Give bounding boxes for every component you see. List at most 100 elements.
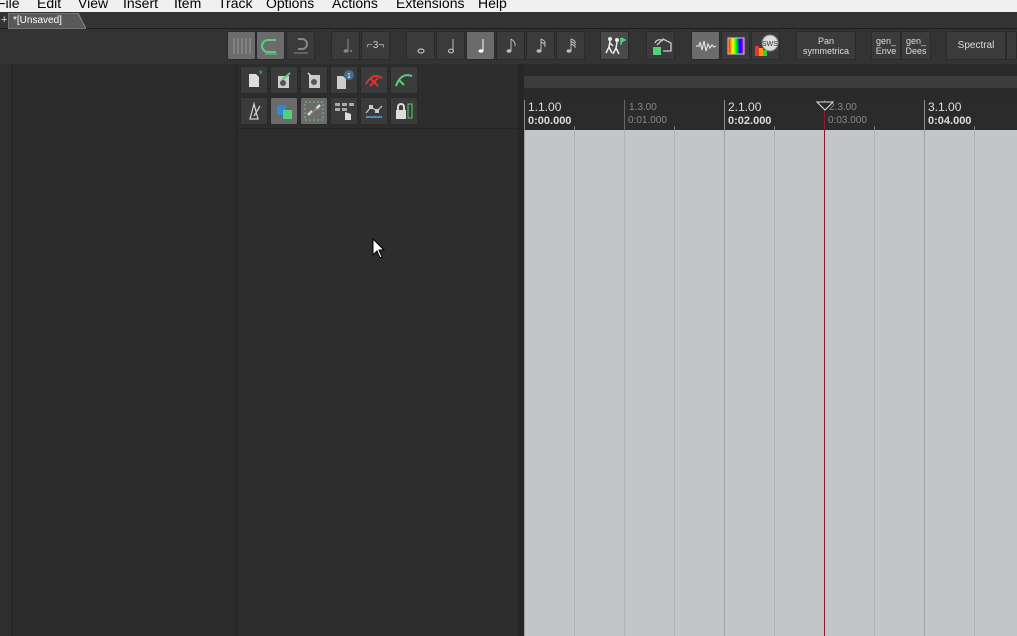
ruler-marker — [724, 100, 725, 130]
menu-track[interactable]: Track — [218, 0, 252, 11]
lock-icon — [393, 101, 415, 121]
ruler-bar-label: 3.1.00 — [928, 100, 962, 114]
envelope-points-button[interactable] — [360, 97, 388, 125]
menu-help[interactable]: Help — [478, 0, 507, 11]
half-note-button[interactable] — [436, 31, 465, 60]
svg-text:*: * — [259, 70, 263, 79]
ruler-bar-label: 1.3.00 — [629, 102, 657, 113]
new-file-icon: * — [244, 70, 264, 90]
grid-line — [624, 130, 625, 636]
grid-line — [974, 130, 975, 636]
triplet-button[interactable]: ⌐3¬ — [361, 31, 390, 60]
gen-dees-label: gen_ Dees — [905, 35, 927, 56]
edit-cursor-marker-icon[interactable] — [816, 101, 834, 111]
thirtysecond-note-button[interactable] — [556, 31, 585, 60]
grid-toggle-button[interactable] — [227, 31, 256, 60]
project-tab-bar: + *[Unsaved] — [0, 12, 1017, 29]
dotted-note-button[interactable] — [331, 31, 360, 60]
timeline-ruler[interactable]: 1.1.00 0:00.000 1.3.00 0:01.000 2.1.00 0… — [524, 100, 1017, 130]
toolbar-overflow-button[interactable] — [1006, 31, 1017, 60]
project-settings-icon: 1 — [333, 69, 355, 91]
eighth-note-icon — [501, 36, 521, 56]
grid-line — [524, 130, 525, 636]
metronome-icon — [244, 101, 264, 121]
menu-item[interactable]: Item — [174, 0, 201, 11]
item-grouping-button[interactable] — [300, 97, 328, 125]
lock-button[interactable] — [390, 97, 418, 125]
ruler-marker — [624, 100, 625, 130]
gen-envelope-button[interactable]: gen_ Enve — [871, 31, 901, 60]
menu-insert[interactable]: Insert — [123, 0, 158, 11]
grid-line — [724, 130, 725, 636]
ripple-edit-button[interactable] — [286, 31, 315, 60]
menu-view[interactable]: View — [78, 0, 108, 11]
grid-line — [874, 130, 875, 636]
pan-symmetrical-button[interactable]: Pan symmetrica — [796, 31, 856, 60]
gen-envelope-label: gen_ Enve — [875, 35, 897, 56]
menu-bar: File Edit View Insert Item Track Options… — [0, 0, 1017, 12]
ruler-time-label: 0:03.000 — [828, 115, 867, 126]
walking-figures-icon — [603, 35, 627, 57]
menu-actions[interactable]: Actions — [332, 0, 378, 11]
new-project-button[interactable]: * — [240, 66, 268, 94]
add-envelope-button[interactable] — [390, 66, 418, 94]
ruler-time-label: 0:01.000 — [628, 115, 667, 126]
grid-line — [774, 130, 775, 636]
menu-options[interactable]: Options — [266, 0, 314, 11]
sws-button[interactable]: SWS — [751, 31, 780, 60]
crossfade-icon — [274, 101, 294, 121]
menu-edit[interactable]: Edit — [37, 0, 61, 11]
grid-line — [924, 130, 925, 636]
sixteenth-note-button[interactable] — [526, 31, 555, 60]
metronome-button[interactable] — [240, 97, 268, 125]
undo-history-icon — [649, 35, 673, 57]
save-project-button[interactable] — [300, 66, 328, 94]
whole-note-icon — [411, 36, 431, 56]
waveform-icon — [694, 36, 718, 56]
triplet-label: ⌐3¬ — [366, 40, 385, 51]
grid-select-button[interactable] — [330, 97, 358, 125]
quarter-note-icon — [471, 36, 491, 56]
project-settings-button[interactable]: 1 — [330, 66, 358, 94]
auto-crossfade-button[interactable] — [270, 97, 298, 125]
color-palette-button[interactable] — [721, 31, 750, 60]
edit-cursor-line[interactable] — [824, 102, 825, 636]
waveform-button[interactable] — [691, 31, 720, 60]
grid-hand-icon — [333, 100, 355, 122]
ripple-icon — [290, 36, 312, 56]
spectral-button[interactable]: Spectral — [946, 31, 1006, 60]
svg-text:1: 1 — [347, 73, 351, 80]
quarter-note-button[interactable] — [466, 31, 495, 60]
pan-symmetrical-label: Pan symmetrica — [802, 35, 849, 56]
menu-extensions[interactable]: Extensions — [396, 0, 464, 11]
eighth-note-button[interactable] — [496, 31, 525, 60]
remove-item-button[interactable] — [360, 66, 388, 94]
track-area-grid[interactable] — [524, 130, 1017, 636]
undo-history-button[interactable] — [646, 31, 675, 60]
ruler-time-label: 0:00.000 — [528, 115, 572, 127]
project-tab-label: *[Unsaved] — [13, 15, 62, 26]
grid-line — [674, 130, 675, 636]
gen-dees-button[interactable]: gen_ Dees — [901, 31, 931, 60]
ruler-bar-label: 1.1.00 — [528, 100, 562, 114]
arrange-view[interactable]: 1.1.00 0:00.000 1.3.00 0:01.000 2.1.00 0… — [524, 64, 1017, 636]
thirtysecond-note-icon — [561, 36, 581, 56]
ruler-time-label: 0:04.000 — [928, 115, 972, 127]
sws-label: SWS — [762, 41, 778, 48]
red-curve-x-icon — [363, 70, 385, 90]
menu-file[interactable]: File — [0, 0, 20, 11]
tcp-toolbar: * 1 — [238, 64, 520, 128]
walk-playback-button[interactable] — [600, 31, 629, 60]
open-file-icon — [274, 70, 294, 90]
project-tab[interactable]: *[Unsaved] — [8, 13, 86, 29]
whole-note-button[interactable] — [406, 31, 435, 60]
open-project-button[interactable] — [270, 66, 298, 94]
left-docker-panel — [0, 64, 236, 636]
half-note-icon — [441, 36, 461, 56]
sixteenth-note-icon — [531, 36, 551, 56]
new-tab-button[interactable]: + — [1, 12, 7, 28]
snap-magnet-icon — [260, 36, 282, 56]
snap-toggle-button[interactable] — [256, 31, 285, 60]
mouse-pointer-icon — [372, 238, 386, 259]
track-control-panel: * 1 — [236, 64, 520, 636]
